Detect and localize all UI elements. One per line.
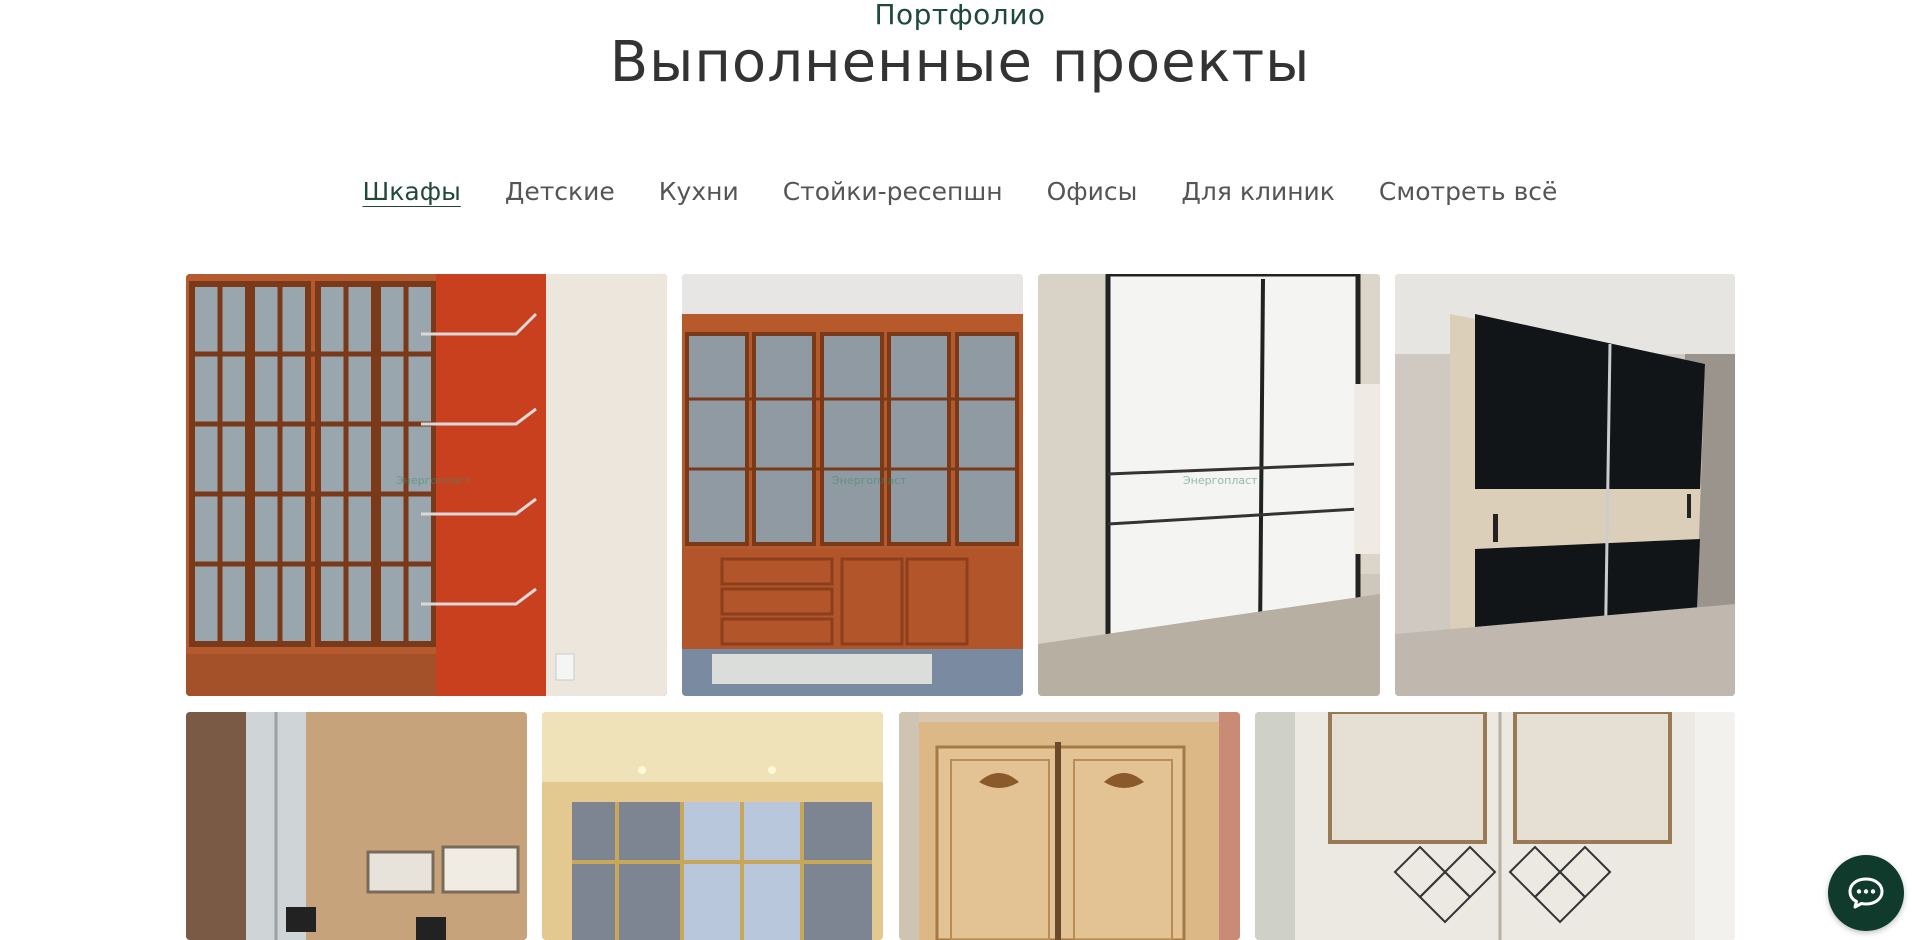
wardrobe-photo-4: [1395, 274, 1735, 696]
tab-wardrobes[interactable]: Шкафы: [363, 174, 461, 210]
gallery-item-7[interactable]: [899, 712, 1240, 940]
wardrobe-photo-7: [899, 712, 1240, 940]
tab-kitchens[interactable]: Кухни: [659, 174, 739, 210]
gallery-item-2[interactable]: Энергопласт: [682, 274, 1023, 696]
tab-kids[interactable]: Детские: [505, 174, 615, 210]
gallery-item-1[interactable]: Энергопласт: [186, 274, 667, 696]
category-tabs: Шкафы Детские Кухни Стойки-ресепшн Офисы…: [0, 174, 1920, 210]
gallery-item-6[interactable]: [542, 712, 883, 940]
tab-view-all[interactable]: Смотреть всё: [1379, 174, 1558, 210]
wardrobe-photo-5: [186, 712, 527, 940]
gallery-item-8[interactable]: [1255, 712, 1735, 940]
wardrobe-photo-6: [542, 712, 883, 940]
watermark: Энергопласт: [832, 474, 907, 487]
tab-reception-desks[interactable]: Стойки-ресепшн: [783, 174, 1003, 210]
tab-clinics[interactable]: Для клиник: [1181, 174, 1335, 210]
gallery-item-4[interactable]: [1395, 274, 1735, 696]
gallery-item-5[interactable]: [186, 712, 527, 940]
watermark: Энергопласт: [1183, 474, 1258, 487]
gallery-item-3[interactable]: Энергопласт: [1038, 274, 1380, 696]
wardrobe-photo-8: [1255, 712, 1735, 940]
portfolio-eyebrow: Портфолио: [874, 0, 1046, 31]
tab-offices[interactable]: Офисы: [1047, 174, 1138, 210]
watermark: Энергопласт: [396, 474, 471, 487]
chat-button[interactable]: [1828, 855, 1904, 931]
chat-bubble-icon: [1848, 877, 1884, 909]
page-title: Выполненные проекты: [609, 30, 1311, 95]
